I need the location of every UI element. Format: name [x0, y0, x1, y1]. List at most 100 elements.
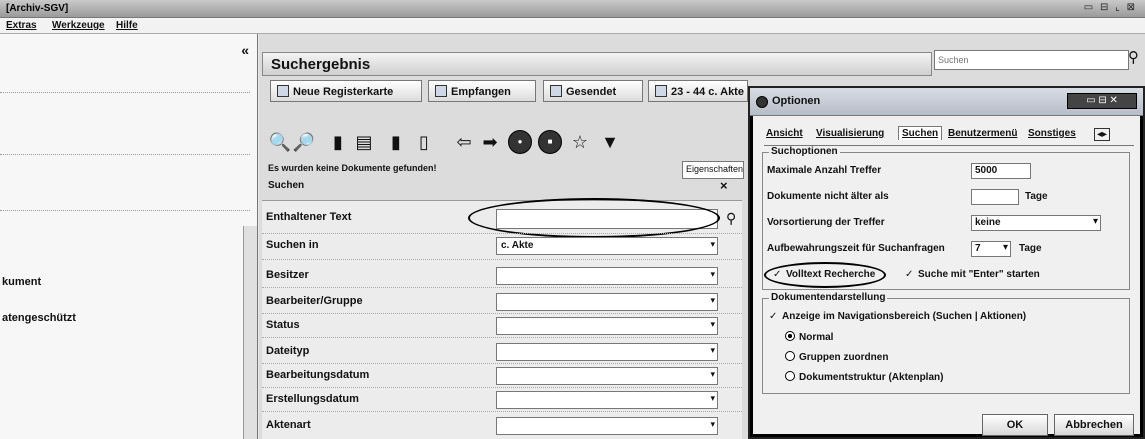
divider	[0, 154, 250, 155]
divider	[262, 387, 742, 388]
document-icon[interactable]: ▮	[384, 130, 408, 154]
stop-icon[interactable]: ■	[538, 130, 562, 154]
divider	[0, 210, 250, 211]
close-icon[interactable]: ×	[720, 178, 728, 193]
dialog-title: Optionen	[772, 95, 821, 107]
divider	[262, 363, 742, 364]
radio-icon	[785, 371, 795, 381]
tab-benutzermenue[interactable]: Benutzermenü	[948, 128, 1017, 139]
bearbeitungsdatum-select[interactable]: ▾	[496, 367, 718, 385]
aktenart-select[interactable]: ▾	[496, 417, 718, 435]
search-icon[interactable]: ⚲	[1128, 48, 1139, 66]
scrollbar[interactable]	[243, 226, 257, 439]
document-display-group: Dokumentendarstellung ✓ Anzeige im Naviga…	[762, 292, 1130, 394]
chevron-down-icon: ▾	[710, 269, 715, 279]
options-dialog: Optionen ▭ ⊟ ✕ Ansicht Visualisierung Su…	[748, 86, 1145, 439]
nav-area-checkbox[interactable]: ✓ Anzeige im Navigationsbereich (Suchen |…	[769, 311, 1026, 322]
properties-dropdown[interactable]: Eigenschaften	[682, 161, 744, 179]
status-select[interactable]: ▾	[496, 317, 718, 335]
sort-label: Vorsortierung der Treffer	[767, 217, 885, 228]
docs-age-unit: Tage	[1025, 191, 1048, 202]
highlight-ellipse	[468, 198, 720, 238]
tab-sonstiges[interactable]: Sonstiges	[1028, 128, 1076, 139]
chevron-down-icon: ▾	[1092, 216, 1098, 227]
page-title: Suchergebnis	[271, 56, 371, 73]
max-hits-label: Maximale Anzahl Treffer	[767, 165, 882, 176]
radio-dokumentstruktur[interactable]: Dokumentstruktur (Aktenplan)	[785, 371, 943, 383]
chevron-down-icon: ▾	[1002, 242, 1008, 253]
circle-icon[interactable]: ●	[508, 130, 532, 154]
chevron-down-icon: ▾	[710, 369, 715, 379]
label-erstellungsdatum: Erstellungsdatum	[266, 393, 359, 405]
arrow-left-icon[interactable]: ⇦	[452, 130, 476, 154]
tab-neue-registerkarte[interactable]: Neue Registerkarte	[270, 80, 422, 102]
menu-werkzeuge[interactable]: Werkzeuge	[52, 20, 105, 31]
label-suchen-in: Suchen in	[266, 239, 319, 251]
title-bar: [Archiv-SGV] ▭ ⊟ ⌞ ⊠	[0, 0, 1145, 18]
dialog-title-bar[interactable]: Optionen ▭ ⊟ ✕	[750, 88, 1143, 116]
retention-select[interactable]: 7 ▾	[971, 241, 1011, 257]
star-icon[interactable]: ☆	[568, 130, 592, 154]
search-icon[interactable]: ⚲	[726, 210, 736, 227]
document-export-icon[interactable]: ▤	[352, 130, 376, 154]
dialog-tabs: Ansicht Visualisierung Suchen Benutzerme…	[764, 126, 1134, 146]
document-icon[interactable]: ▯	[412, 130, 436, 154]
zoom-icon[interactable]: 🔎	[292, 130, 316, 154]
arrow-right-icon[interactable]: ➡	[478, 130, 502, 154]
search-result-header: Suchergebnis	[262, 52, 932, 76]
tab-akte[interactable]: 23 - 44 c. Akte	[648, 80, 748, 102]
tab-visualisierung[interactable]: Visualisierung	[816, 128, 884, 139]
label-status: Status	[266, 319, 300, 331]
search-form: Enthaltener Text ⚲ Suchen in c. Akte ▾ Be…	[262, 198, 742, 439]
enter-search-checkbox[interactable]: ✓ Suche mit "Enter" starten	[905, 269, 1040, 280]
sort-select[interactable]: keine ▾	[971, 215, 1101, 231]
menu-extras[interactable]: Extras	[6, 20, 37, 31]
ok-button[interactable]: OK	[982, 414, 1048, 436]
no-results-message: Es wurden keine Dokumente gefunden!	[268, 163, 437, 173]
tab-ansicht[interactable]: Ansicht	[766, 128, 803, 139]
tab-suchen[interactable]: Suchen	[898, 126, 943, 140]
radio-gruppen[interactable]: Gruppen zuordnen	[785, 351, 888, 363]
label-aktenart: Aktenart	[266, 419, 311, 431]
bearbeiter-select[interactable]: ▾	[496, 293, 718, 311]
group-title: Suchoptionen	[769, 146, 840, 157]
chevron-down-icon: ▾	[710, 419, 715, 429]
checkmark-icon: ✓	[905, 269, 914, 280]
cancel-button[interactable]: Abbrechen	[1054, 414, 1134, 436]
tab-scroll-arrows[interactable]: ◂▸	[1094, 128, 1111, 141]
chevron-down-icon: ▾	[710, 295, 715, 305]
left-item-dokument[interactable]: kument	[2, 276, 41, 288]
pin-icon[interactable]: ▼	[598, 130, 622, 154]
settings-icon	[756, 96, 768, 108]
divider	[262, 337, 742, 338]
checkmark-icon: ✓	[769, 311, 778, 322]
label-bearbeitungsdatum: Bearbeitungsdatum	[266, 369, 370, 381]
search-input[interactable]	[934, 50, 1129, 70]
chevron-down-icon: ▾	[710, 239, 715, 249]
document-icon[interactable]: ▮	[326, 130, 350, 154]
besitzer-select[interactable]: ▾	[496, 267, 718, 285]
tab-gesendet[interactable]: Gesendet	[543, 80, 643, 102]
radio-icon	[785, 351, 795, 361]
retention-label: Aufbewahrungszeit für Suchanfragen	[767, 243, 945, 254]
left-item-aktengeschuetzt[interactable]: atengeschützt	[2, 312, 76, 324]
max-hits-field[interactable]: 5000	[971, 163, 1031, 179]
docs-age-field[interactable]	[971, 189, 1019, 205]
window-controls[interactable]: ▭ ⊟ ⌞ ⊠	[1084, 2, 1137, 13]
label-dateityp: Dateityp	[266, 345, 310, 357]
erstellungsdatum-select[interactable]: ▾	[496, 391, 718, 409]
dateityp-select[interactable]: ▾	[496, 343, 718, 361]
retention-unit: Tage	[1019, 243, 1042, 254]
collapse-panel-button[interactable]: «	[241, 42, 249, 58]
menu-hilfe[interactable]: Hilfe	[116, 20, 138, 31]
label-enthaltener-text: Enthaltener Text	[266, 211, 352, 223]
tab-empfangen[interactable]: Empfangen	[428, 80, 536, 102]
menu-bar: Extras Werkzeuge Hilfe	[0, 18, 1145, 34]
window-controls[interactable]: ▭ ⊟ ✕	[1067, 93, 1137, 109]
outbox-icon	[550, 85, 562, 97]
suchen-in-select[interactable]: c. Akte ▾	[496, 237, 718, 255]
search-icon[interactable]: 🔍	[268, 130, 292, 154]
radio-normal[interactable]: Normal	[785, 331, 833, 343]
left-panel: « kument atengeschützt	[0, 34, 258, 439]
divider	[0, 92, 250, 93]
